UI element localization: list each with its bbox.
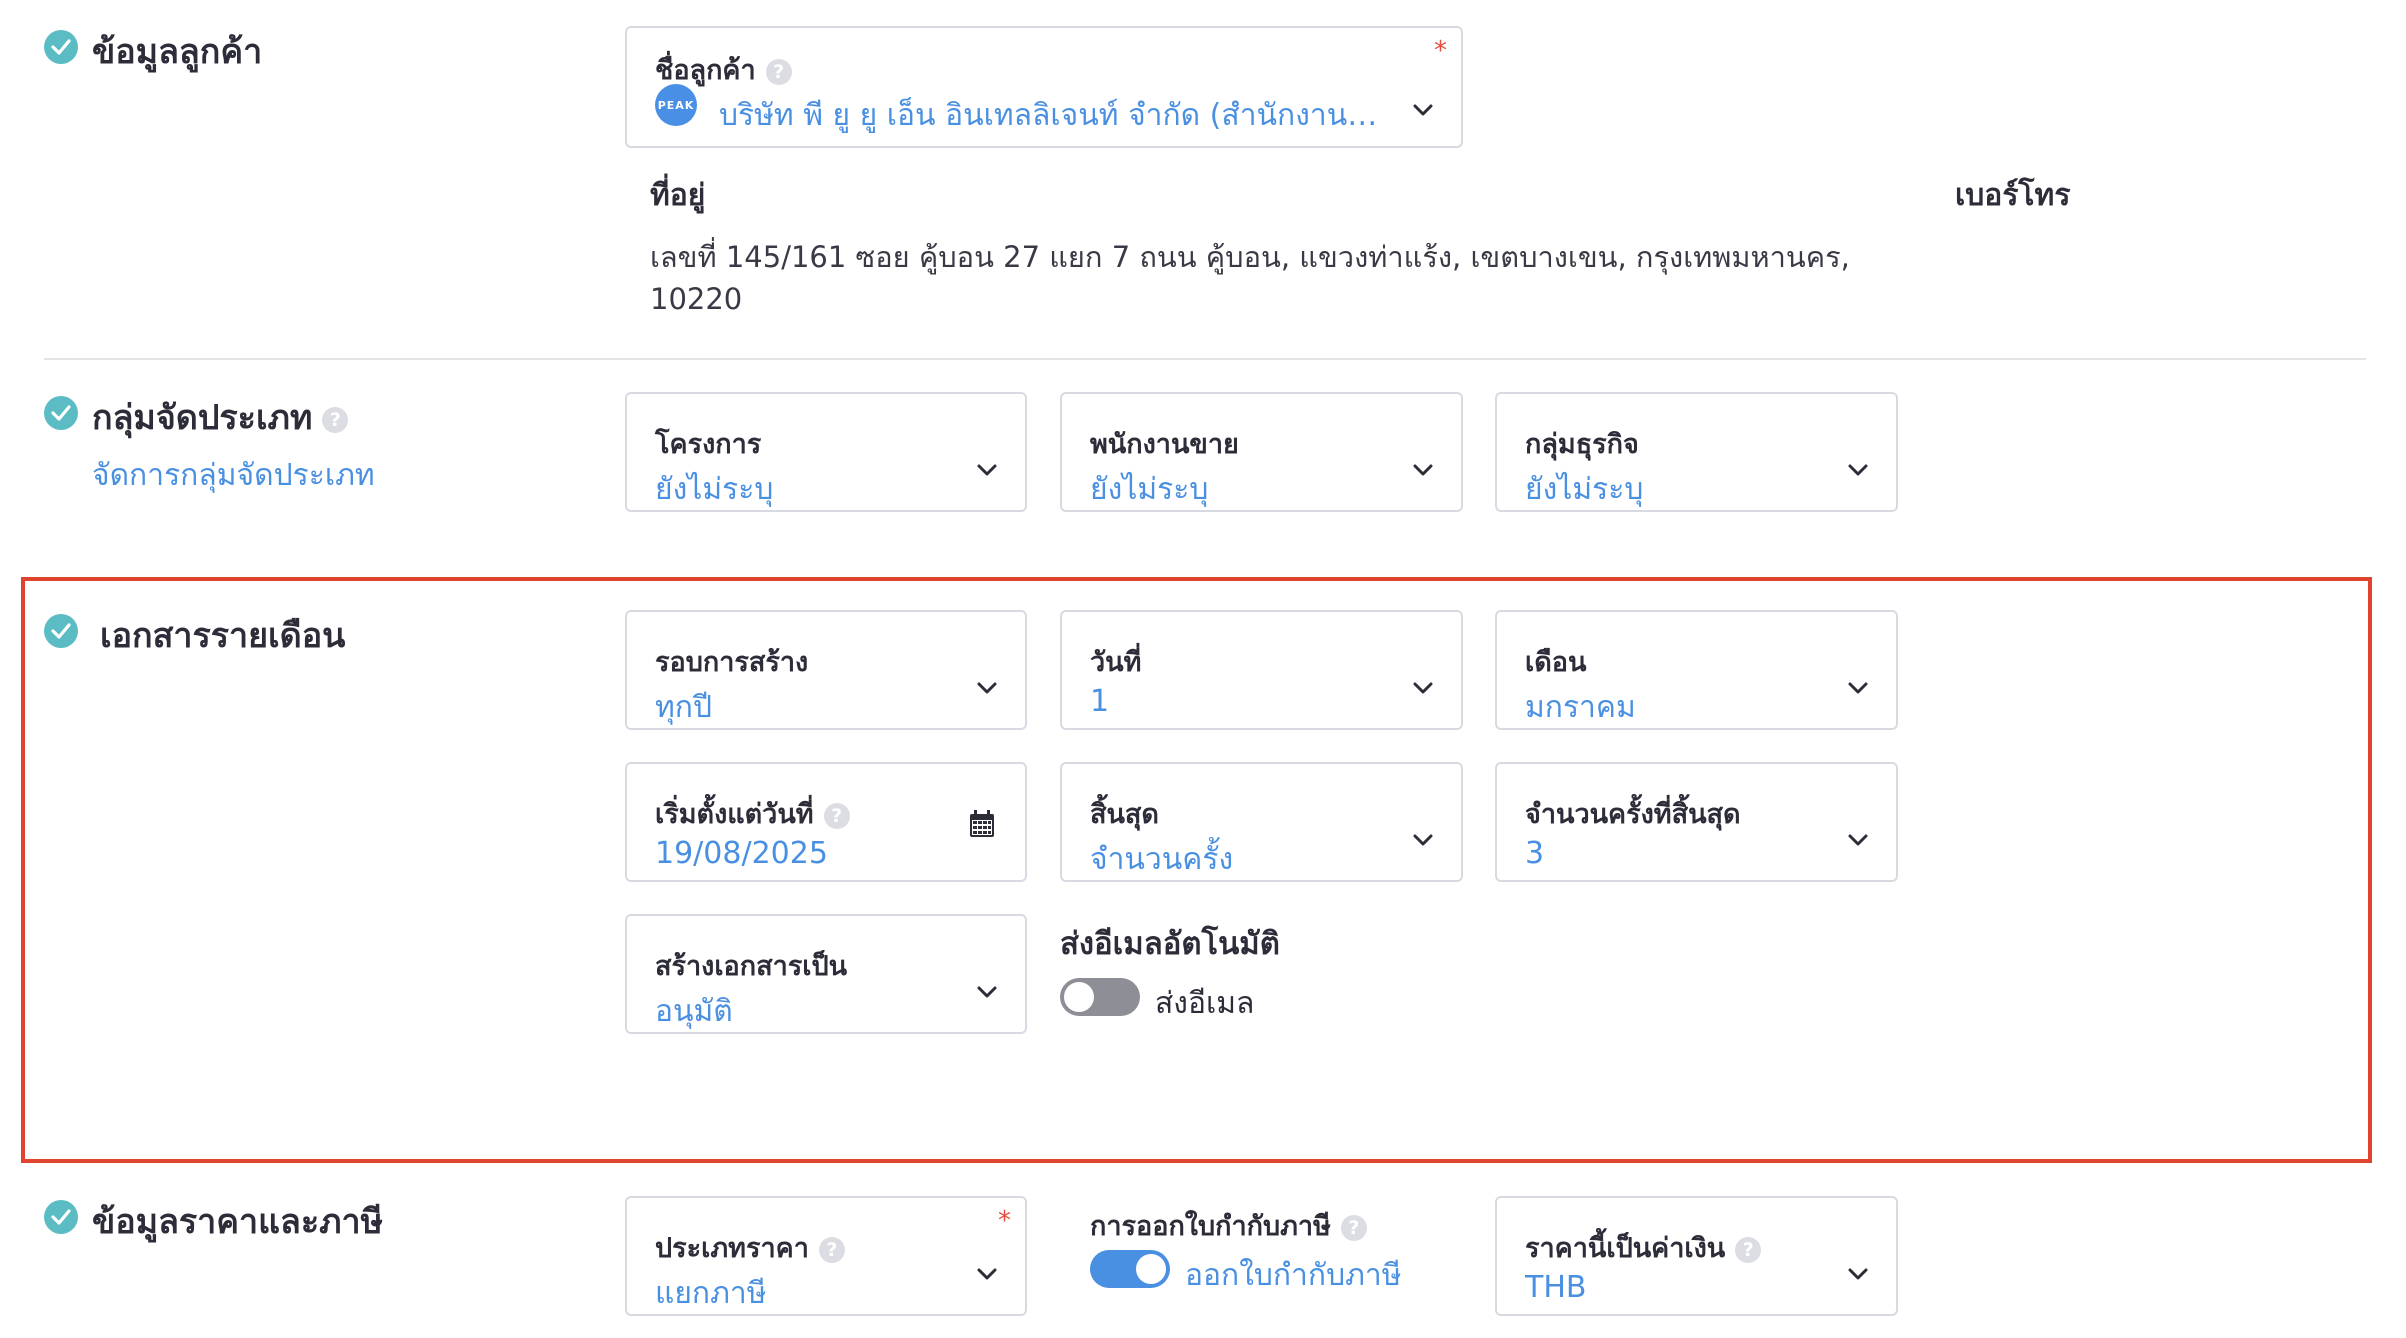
- create-as-value: อนุมัติ: [655, 994, 733, 1029]
- month-select[interactable]: เดือน มกราคม: [1495, 610, 1898, 730]
- toggle-knob: [1064, 982, 1094, 1012]
- end-type-label: สิ้นสุด: [1090, 799, 1159, 830]
- customer-logo: PEAK: [655, 84, 697, 126]
- business-group-select[interactable]: กลุ่มธุรกิจ ยังไม่ระบุ: [1495, 392, 1898, 512]
- start-date-label: เริ่มตั้งแต่วันที่: [655, 799, 814, 830]
- month-label: เดือน: [1525, 647, 1587, 678]
- price-type-value: แยกภาษี: [655, 1276, 767, 1311]
- business-group-value: ยังไม่ระบุ: [1525, 472, 1644, 507]
- create-as-select[interactable]: สร้างเอกสารเป็น อนุมัติ: [625, 914, 1027, 1034]
- currency-select[interactable]: ราคานี้เป็นค่าเงิน? THB: [1495, 1196, 1898, 1316]
- chevron-down-icon[interactable]: [973, 460, 1001, 480]
- manage-classification-link[interactable]: จัดการกลุ่มจัดประเภท: [92, 452, 375, 499]
- section-check-icon: [44, 396, 78, 430]
- price-type-select[interactable]: ประเภทราคา? * แยกภาษี: [625, 1196, 1027, 1316]
- pricing-section-title: ข้อมูลราคาและภาษี: [92, 1202, 384, 1242]
- recurring-section-title: เอกสารรายเดือน: [100, 616, 346, 656]
- start-date-value: 19/08/2025: [655, 836, 828, 871]
- chevron-down-icon[interactable]: [1409, 678, 1437, 698]
- required-mark: *: [998, 1206, 1011, 1236]
- business-group-label: กลุ่มธุรกิจ: [1525, 429, 1639, 460]
- day-label: วันที่: [1090, 647, 1142, 678]
- tax-invoice-label: การออกใบกำกับภาษี: [1090, 1211, 1331, 1242]
- send-email-toggle[interactable]: [1060, 978, 1140, 1016]
- phone-label: เบอร์โทร: [1955, 178, 2071, 213]
- end-count-select[interactable]: จำนวนครั้งที่สิ้นสุด 3: [1495, 762, 1898, 882]
- help-icon[interactable]: ?: [1735, 1236, 1762, 1263]
- customer-name-label: ชื่อลูกค้า: [655, 55, 756, 86]
- cycle-label: รอบการสร้าง: [655, 647, 809, 678]
- chevron-down-icon[interactable]: [1844, 830, 1872, 850]
- help-icon[interactable]: ?: [818, 1236, 845, 1263]
- end-count-label: จำนวนครั้งที่สิ้นสุด: [1525, 799, 1741, 830]
- section-check-icon: [44, 1200, 78, 1234]
- section-check-icon: [44, 614, 78, 648]
- project-label: โครงการ: [655, 429, 762, 460]
- chevron-down-icon[interactable]: [1409, 830, 1437, 850]
- section-divider: [44, 358, 2366, 360]
- price-type-label: ประเภทราคา: [655, 1233, 809, 1264]
- customer-name-select[interactable]: ชื่อลูกค้า? * PEAK บริษัท พี ยู ยู เอ็น …: [625, 26, 1463, 148]
- salesperson-label: พนักงานขาย: [1090, 429, 1239, 460]
- tax-invoice-toggle[interactable]: [1090, 1250, 1170, 1288]
- chevron-down-icon[interactable]: [1844, 460, 1872, 480]
- salesperson-value: ยังไม่ระบุ: [1090, 472, 1209, 507]
- section-check-icon: [44, 30, 78, 64]
- chevron-down-icon[interactable]: [973, 982, 1001, 1002]
- address-line-1: เลขที่ 145/161 ซอย คู้บอน 27 แยก 7 ถนน ค…: [650, 240, 1850, 274]
- help-icon[interactable]: ?: [1340, 1214, 1367, 1241]
- start-date-input[interactable]: เริ่มตั้งแต่วันที่? 19/08/2025: [625, 762, 1027, 882]
- classification-section-title: กลุ่มจัดประเภท: [92, 398, 313, 438]
- cycle-select[interactable]: รอบการสร้าง ทุกปี: [625, 610, 1027, 730]
- calendar-icon[interactable]: [969, 810, 995, 838]
- auto-email-label: ส่งอีเมลอัตโนมัติ: [1060, 926, 1280, 962]
- chevron-down-icon[interactable]: [1844, 678, 1872, 698]
- chevron-down-icon[interactable]: [1409, 100, 1437, 120]
- day-select[interactable]: วันที่ 1: [1060, 610, 1463, 730]
- chevron-down-icon[interactable]: [973, 678, 1001, 698]
- salesperson-select[interactable]: พนักงานขาย ยังไม่ระบุ: [1060, 392, 1463, 512]
- month-value: มกราคม: [1525, 690, 1636, 725]
- project-select[interactable]: โครงการ ยังไม่ระบุ: [625, 392, 1027, 512]
- send-email-label: ส่งอีเมล: [1155, 986, 1255, 1021]
- currency-value: THB: [1525, 1270, 1587, 1305]
- customer-section-title: ข้อมูลลูกค้า: [92, 32, 263, 72]
- required-mark: *: [1434, 36, 1447, 66]
- help-icon[interactable]: ?: [823, 802, 850, 829]
- tax-invoice-toggle-label: ออกใบกำกับภาษี: [1185, 1258, 1402, 1293]
- chevron-down-icon[interactable]: [1409, 460, 1437, 480]
- end-type-value: จำนวนครั้ง: [1090, 842, 1234, 877]
- project-value: ยังไม่ระบุ: [655, 472, 774, 507]
- help-icon[interactable]: ?: [765, 58, 792, 85]
- currency-label: ราคานี้เป็นค่าเงิน: [1525, 1233, 1726, 1264]
- chevron-down-icon[interactable]: [1844, 1264, 1872, 1284]
- cycle-value: ทุกปี: [655, 690, 712, 725]
- help-icon[interactable]: ?: [322, 406, 349, 433]
- toggle-knob: [1136, 1254, 1166, 1284]
- address-line-2: 10220: [650, 282, 743, 316]
- create-as-label: สร้างเอกสารเป็น: [655, 951, 848, 982]
- end-type-select[interactable]: สิ้นสุด จำนวนครั้ง: [1060, 762, 1463, 882]
- customer-name-value: บริษัท พี ยู ยู เอ็น อินเทลลิเจนท์ จำกัด…: [719, 98, 1379, 133]
- address-label: ที่อยู่: [650, 178, 706, 213]
- end-count-value: 3: [1525, 836, 1545, 871]
- day-value: 1: [1090, 684, 1110, 719]
- chevron-down-icon[interactable]: [973, 1264, 1001, 1284]
